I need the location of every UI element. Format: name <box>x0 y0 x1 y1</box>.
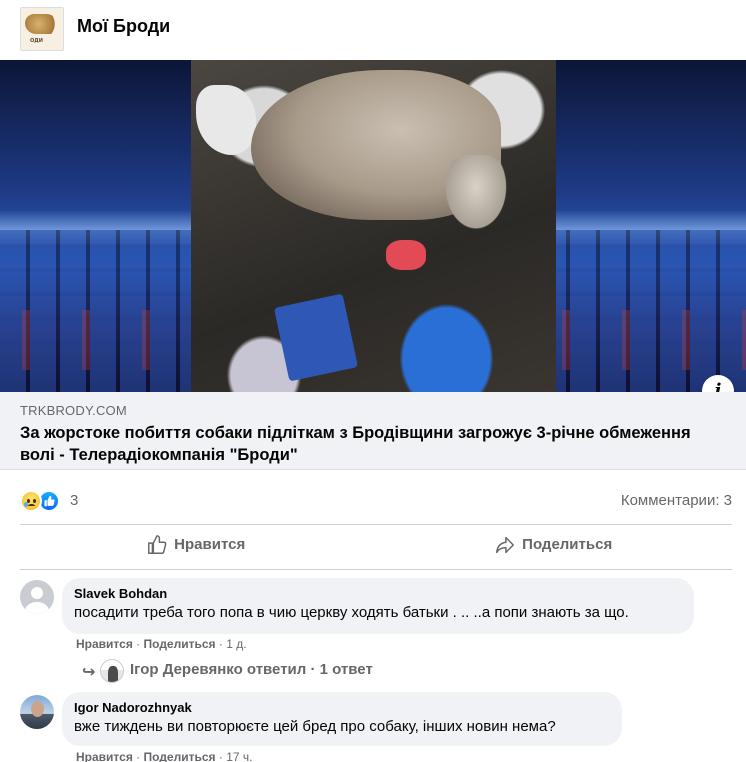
reply-summary: Ігор Деревянко ответил · 1 ответ <box>130 661 373 678</box>
like-button[interactable]: Нравится <box>146 534 245 560</box>
photo-dog-head <box>441 155 511 235</box>
page-logo-shape <box>25 14 59 34</box>
link-title[interactable]: За жорстоке побиття собаки підліткам з Б… <box>20 422 720 466</box>
separator: · <box>136 637 144 651</box>
comment-bubble: Igor Nadorozhnyak вже тиждень ви повторю… <box>62 692 622 746</box>
comment-text: посадити треба того попа в чию церкву хо… <box>74 604 629 621</box>
comment-reply-link[interactable]: Поделиться <box>144 750 216 762</box>
comment-actions: Нравится · Поделиться · 17 ч. <box>76 750 253 762</box>
reaction-count: 3 <box>70 492 79 509</box>
comment-time[interactable]: 1 д. <box>226 637 246 651</box>
divider <box>20 524 732 525</box>
comment-time[interactable]: 17 ч. <box>226 750 252 762</box>
comment-bubble: Slavek Bohdan посадити треба того попа в… <box>62 578 694 634</box>
separator: · <box>136 750 144 762</box>
share-arrow-icon <box>494 534 518 556</box>
page-logo-mark: ОДИ <box>30 38 43 44</box>
photo-trash-red <box>386 240 426 270</box>
comment-author[interactable]: Igor Nadorozhnyak <box>74 700 610 716</box>
page-avatar[interactable]: ОДИ <box>20 7 64 51</box>
news-photo <box>191 60 556 392</box>
comment-like-link[interactable]: Нравится <box>76 750 133 762</box>
share-button-label: Поделиться <box>522 535 613 553</box>
post-header: ОДИ Мої Броди <box>0 0 746 60</box>
comment-author[interactable]: Slavek Bohdan <box>74 586 682 602</box>
photo-trash-bag <box>273 293 359 382</box>
reply-arrow-icon: ↪ <box>82 664 96 681</box>
avatar[interactable] <box>20 695 54 729</box>
share-button[interactable]: Поделиться <box>494 534 612 560</box>
page-name[interactable]: Мої Броди <box>77 16 170 37</box>
comment-text: вже тиждень ви повторюєте цей бред про с… <box>74 718 556 735</box>
comment-actions: Нравится · Поделиться · 1 д. <box>76 637 247 651</box>
link-preview-image[interactable] <box>0 60 746 392</box>
avatar <box>100 659 124 683</box>
comments-count[interactable]: Комментарии: 3 <box>621 492 732 509</box>
like-button-label: Нравится <box>174 535 246 553</box>
avatar[interactable] <box>20 580 54 614</box>
divider <box>20 569 732 570</box>
link-domain: TRKBRODY.COM <box>20 403 127 418</box>
sad-reaction-icon <box>20 490 42 512</box>
link-preview-box[interactable]: TRKBRODY.COM За жорстоке побиття собаки … <box>0 392 746 470</box>
comment-like-link[interactable]: Нравится <box>76 637 133 651</box>
thumbs-up-icon <box>146 534 170 556</box>
comment-reply-link[interactable]: Поделиться <box>144 637 216 651</box>
